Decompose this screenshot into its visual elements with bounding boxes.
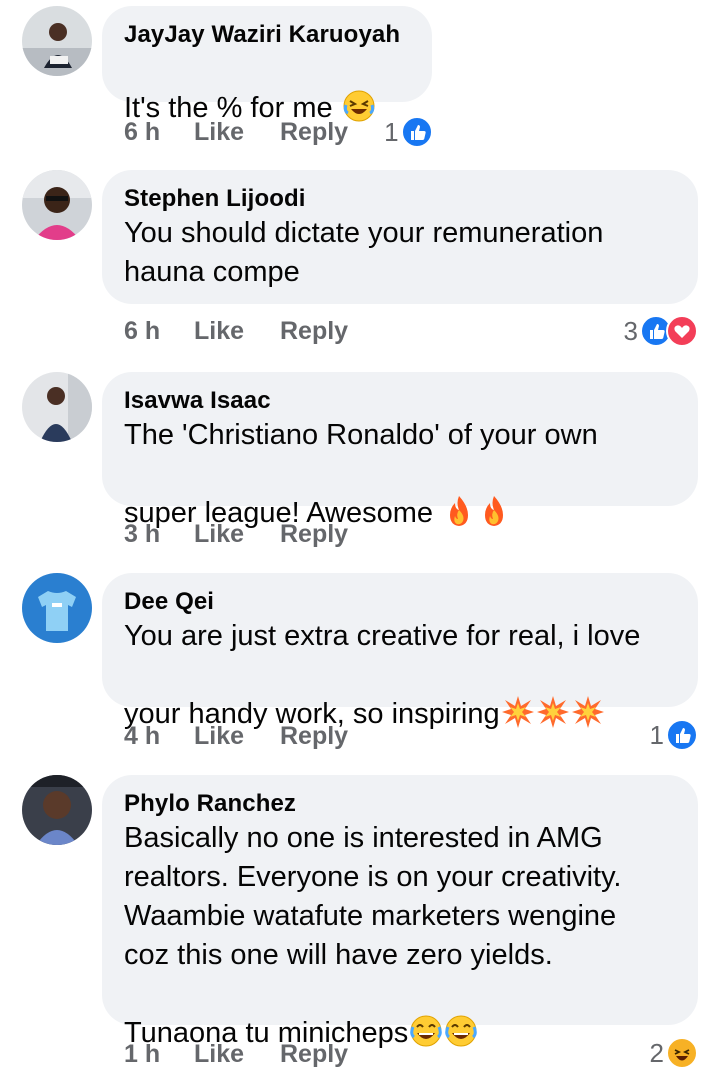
reaction-summary[interactable]: 1 (384, 116, 433, 148)
like-button[interactable]: Like (194, 118, 280, 147)
reaction-count: 3 (623, 315, 638, 346)
reaction-count: 1 (384, 116, 399, 147)
comment-actions: 1 h Like Reply (124, 1040, 348, 1069)
comment-actions: 4 h Like Reply (124, 722, 348, 751)
comment-author[interactable]: Isavwa Isaac (124, 386, 676, 416)
comment-bubble: Dee Qei You are just extra creative for … (102, 573, 698, 730)
collision-emoji-icon (571, 656, 605, 728)
comment-timestamp[interactable]: 6 h (124, 317, 194, 346)
reply-button[interactable]: Reply (280, 1040, 348, 1069)
like-reaction-icon (400, 116, 433, 148)
joy-emoji-icon (409, 975, 443, 1047)
haha-reaction-icon (666, 1037, 698, 1069)
joy-emoji-icon (444, 975, 478, 1047)
like-button[interactable]: Like (194, 1040, 280, 1069)
like-button[interactable]: Like (194, 722, 280, 751)
reaction-summary[interactable]: 2 (650, 1037, 698, 1069)
collision-emoji-icon (501, 656, 535, 728)
comment-bubble: Stephen Lijoodi You should dictate your … (102, 170, 698, 304)
reaction-summary[interactable]: 3 (624, 315, 698, 347)
laughing-tears-emoji-icon (342, 50, 376, 122)
fire-emoji-icon (477, 455, 511, 526)
love-reaction-icon (666, 315, 698, 347)
like-button[interactable]: Like (194, 317, 280, 346)
reply-button[interactable]: Reply (280, 722, 348, 751)
comment-actions: 6 h Like Reply 1 (124, 116, 433, 148)
comment-text: You should dictate your remuneration hau… (124, 217, 604, 288)
comment-author[interactable]: Stephen Lijoodi (124, 184, 676, 214)
comment-text: The 'Christiano Ronaldo' of your own sup… (124, 419, 598, 529)
comment-timestamp[interactable]: 1 h (124, 1040, 194, 1069)
avatar[interactable] (22, 6, 92, 76)
reaction-count: 1 (649, 719, 664, 750)
like-button[interactable]: Like (194, 520, 280, 549)
comment-author[interactable]: Dee Qei (124, 587, 676, 617)
comment-author[interactable]: JayJay Waziri Karuoyah (124, 20, 410, 50)
comment-actions: 3 h Like Reply (124, 520, 348, 549)
comment-bubble: Phylo Ranchez Basically no one is intere… (102, 775, 698, 1049)
comment-bubble: Isavwa Isaac The 'Christiano Ronaldo' of… (102, 372, 698, 529)
fire-emoji-icon (442, 455, 476, 526)
comment-timestamp[interactable]: 4 h (124, 722, 194, 751)
avatar[interactable] (22, 573, 92, 643)
reply-button[interactable]: Reply (280, 520, 348, 549)
avatar[interactable] (22, 170, 92, 240)
avatar[interactable] (22, 775, 92, 845)
avatar[interactable] (22, 372, 92, 442)
comment-timestamp[interactable]: 6 h (124, 118, 194, 147)
reaction-summary[interactable]: 1 (650, 719, 698, 751)
reply-button[interactable]: Reply (280, 317, 348, 346)
comment-timestamp[interactable]: 3 h (124, 520, 194, 549)
comment-bubble: JayJay Waziri Karuoyah It's the % for me (102, 6, 432, 124)
comment-text: Basically no one is interested in AMG re… (124, 822, 622, 1049)
comment-author[interactable]: Phylo Ranchez (124, 789, 676, 819)
comment-actions: 6 h Like Reply (124, 317, 348, 346)
like-reaction-icon (666, 719, 698, 751)
reaction-count: 2 (649, 1037, 664, 1068)
reply-button[interactable]: Reply (280, 118, 348, 147)
comment-text: You are just extra creative for real, i … (124, 620, 641, 730)
collision-emoji-icon (536, 656, 570, 728)
